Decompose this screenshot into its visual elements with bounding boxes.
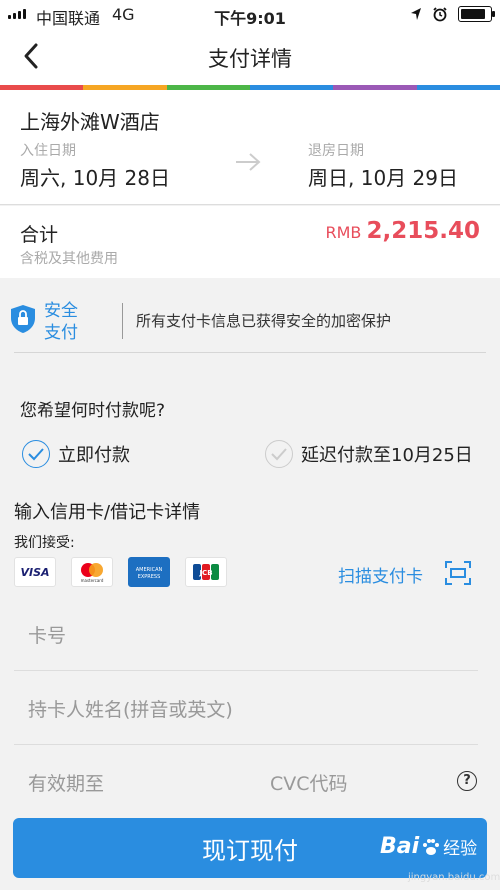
svg-text:mastercard: mastercard bbox=[81, 578, 104, 583]
cvc-field[interactable]: CVC代码 bbox=[256, 745, 446, 819]
pay-later-option[interactable]: 延迟付款至10月25日 bbox=[265, 440, 473, 468]
scan-card-link[interactable]: 扫描支付卡 bbox=[338, 562, 423, 587]
card-section-title: 输入信用卡/借记卡详情 bbox=[14, 502, 201, 523]
watermark-url: jingyan.baidu.com bbox=[408, 872, 500, 883]
mastercard-logo: mastercard bbox=[71, 557, 113, 587]
page-title: 支付详情 bbox=[208, 47, 292, 71]
card-number-field[interactable]: 卡号 bbox=[14, 597, 478, 671]
security-message: 所有支付卡信息已获得安全的加密保护 bbox=[136, 312, 392, 330]
nav-bar: 支付详情 bbox=[0, 30, 500, 85]
amex-logo: AMERICAN EXPRESS bbox=[128, 557, 170, 587]
card-brand-list: VISA mastercard AMERICAN EXPRESS JCB bbox=[14, 557, 227, 587]
total-sublabel: 含税及其他费用 bbox=[20, 251, 118, 267]
hotel-name: 上海外滩W酒店 bbox=[20, 110, 160, 134]
checkin-label: 入住日期 bbox=[20, 143, 76, 159]
svg-text:JCB: JCB bbox=[198, 569, 212, 577]
lock-shield-icon bbox=[11, 305, 35, 333]
hotel-card: 上海外滩W酒店 入住日期 周六, 10月 28日 退房日期 周日, 10月 29… bbox=[0, 90, 500, 205]
cardholder-name-placeholder: 持卡人姓名(拼音或英文) bbox=[28, 699, 233, 721]
watermark-jingyan: 经验 bbox=[443, 839, 478, 859]
visa-logo: VISA bbox=[14, 557, 56, 587]
expiry-field[interactable]: 有效期至 bbox=[14, 745, 264, 819]
pay-later-label: 延迟付款至10月25日 bbox=[301, 445, 473, 466]
check-circle-icon bbox=[265, 440, 293, 468]
help-icon[interactable]: ? bbox=[457, 771, 477, 791]
total-label: 合计 bbox=[20, 224, 59, 246]
checkout-label: 退房日期 bbox=[308, 143, 364, 159]
paw-icon bbox=[423, 838, 440, 855]
scan-card-icon[interactable] bbox=[444, 560, 472, 586]
divider bbox=[14, 352, 486, 353]
payment-timing-question: 您希望何时付款呢? bbox=[20, 401, 166, 421]
secure-pay-badge: 安全支付 bbox=[44, 301, 78, 343]
checkin-date: 周六, 10月 28日 bbox=[20, 166, 170, 190]
accepted-cards-label: 我们接受: bbox=[14, 535, 75, 551]
battery-icon bbox=[458, 6, 495, 22]
amount-value: 2,215.40 bbox=[366, 218, 481, 244]
alarm-icon bbox=[433, 7, 447, 22]
baidu-watermark: Bai 经验 bbox=[380, 834, 477, 859]
checkout-date: 周日, 10月 29日 bbox=[308, 166, 458, 190]
jcb-logo: JCB bbox=[185, 557, 227, 587]
card-number-placeholder: 卡号 bbox=[28, 625, 67, 647]
watermark-brand: Bai bbox=[380, 834, 420, 859]
status-bar: 中国联通 4G 下午9:01 bbox=[0, 0, 500, 30]
total-amount: RMB 2,215.40 bbox=[326, 218, 481, 244]
total-row: 合计 含税及其他费用 RMB 2,215.40 bbox=[0, 206, 500, 278]
location-icon bbox=[411, 8, 421, 20]
pay-now-option[interactable]: 立即付款 bbox=[22, 440, 130, 468]
arrow-right-icon bbox=[236, 153, 261, 171]
currency-code: RMB bbox=[325, 223, 362, 242]
divider bbox=[122, 303, 123, 339]
security-banner: 安全支付 所有支付卡信息已获得安全的加密保护 bbox=[0, 278, 500, 358]
expiry-placeholder: 有效期至 bbox=[28, 773, 105, 795]
svg-text:VISA: VISA bbox=[20, 566, 49, 579]
pay-now-label: 立即付款 bbox=[58, 445, 130, 466]
cvc-placeholder: CVC代码 bbox=[270, 773, 348, 795]
check-circle-icon bbox=[22, 440, 50, 468]
svg-text:EXPRESS: EXPRESS bbox=[138, 574, 161, 580]
cardholder-name-field[interactable]: 持卡人姓名(拼音或英文) bbox=[14, 671, 478, 745]
svg-text:AMERICAN: AMERICAN bbox=[136, 567, 163, 573]
